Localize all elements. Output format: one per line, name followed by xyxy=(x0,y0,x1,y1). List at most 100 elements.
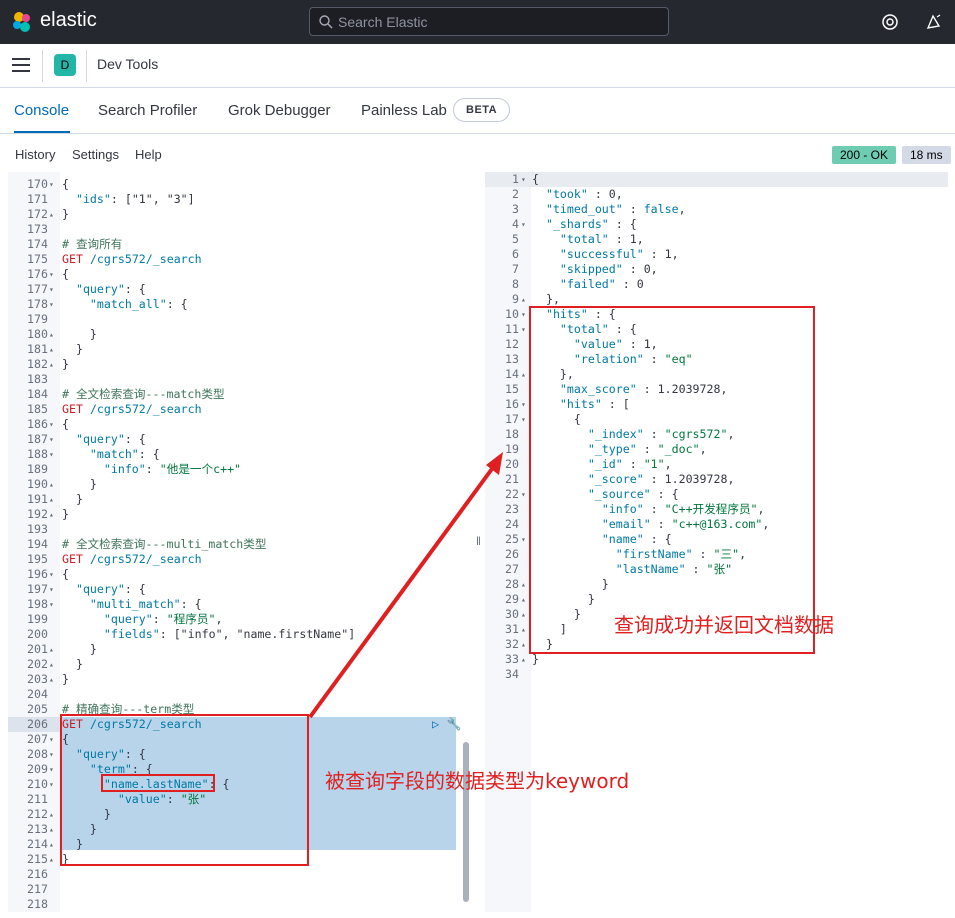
request-time-badge: 18 ms xyxy=(902,146,951,164)
fold-toggle-icon[interactable]: ▴ xyxy=(49,492,54,507)
fold-toggle-icon[interactable]: ▾ xyxy=(49,732,54,747)
line-number: 180 xyxy=(27,327,48,341)
fold-toggle-icon[interactable]: ▾ xyxy=(49,177,54,192)
code-text: } xyxy=(62,357,69,371)
line-number: 202 xyxy=(27,657,48,671)
fold-toggle-icon[interactable]: ▾ xyxy=(521,532,526,547)
fold-toggle-icon[interactable]: ▴ xyxy=(49,642,54,657)
line-number: 213 xyxy=(27,822,48,836)
fold-toggle-icon[interactable]: ▾ xyxy=(49,582,54,597)
line-number: 2 xyxy=(512,187,519,201)
line-number: 196 xyxy=(27,567,48,581)
space-avatar[interactable]: D xyxy=(54,54,76,76)
fold-toggle-icon[interactable]: ▴ xyxy=(521,367,526,382)
tab-painless-lab[interactable]: Painless Lab xyxy=(361,102,447,119)
fold-toggle-icon[interactable]: ▾ xyxy=(521,322,526,337)
line-number: 216 xyxy=(27,867,48,881)
fold-toggle-icon[interactable]: ▾ xyxy=(521,307,526,322)
fold-toggle-icon[interactable]: ▾ xyxy=(521,217,526,232)
fold-toggle-icon[interactable]: ▾ xyxy=(49,297,54,312)
code-text: } xyxy=(62,207,69,221)
fold-toggle-icon[interactable]: ▴ xyxy=(521,292,526,307)
annotation-response-box xyxy=(529,306,815,654)
line-number: 11 xyxy=(505,322,519,336)
annotation-response-note: 查询成功并返回文档数据 xyxy=(614,613,834,637)
global-search-input[interactable]: Search Elastic xyxy=(309,7,669,36)
fold-toggle-icon[interactable]: ▾ xyxy=(49,417,54,432)
fold-toggle-icon[interactable]: ▾ xyxy=(49,282,54,297)
line-number: 13 xyxy=(505,352,519,366)
fold-toggle-icon[interactable]: ▴ xyxy=(49,327,54,342)
code-text: # 全文检索查询---multi_match类型 xyxy=(62,537,267,551)
code-text: "query": { xyxy=(75,582,146,596)
fold-toggle-icon[interactable]: ▴ xyxy=(49,822,54,837)
fold-toggle-icon[interactable]: ▾ xyxy=(49,762,54,777)
hamburger-menu-icon[interactable] xyxy=(12,58,30,74)
tab-console[interactable]: Console xyxy=(14,102,69,119)
line-number: 173 xyxy=(27,222,48,236)
code-text: "_shards" : { xyxy=(545,217,637,231)
line-number: 193 xyxy=(27,522,48,536)
help-lifebuoy-icon[interactable] xyxy=(880,12,900,32)
fold-toggle-icon[interactable]: ▴ xyxy=(49,657,54,672)
line-number: 14 xyxy=(505,367,519,381)
newsfeed-icon[interactable] xyxy=(924,12,944,32)
code-text: }, xyxy=(532,292,560,306)
fold-toggle-icon[interactable]: ▾ xyxy=(49,597,54,612)
fold-toggle-icon[interactable]: ▴ xyxy=(49,207,54,222)
fold-toggle-icon[interactable]: ▾ xyxy=(49,777,54,792)
fold-toggle-icon[interactable]: ▾ xyxy=(521,487,526,502)
fold-toggle-icon[interactable]: ▴ xyxy=(521,622,526,637)
line-number: 190 xyxy=(27,477,48,491)
tab-grok-debugger[interactable]: Grok Debugger xyxy=(228,102,331,119)
help-link[interactable]: Help xyxy=(135,147,162,162)
fold-toggle-icon[interactable]: ▾ xyxy=(49,432,54,447)
fold-toggle-icon[interactable]: ▾ xyxy=(49,267,54,282)
fold-toggle-icon[interactable]: ▴ xyxy=(521,652,526,667)
fold-toggle-icon[interactable]: ▴ xyxy=(49,672,54,687)
fold-toggle-icon[interactable]: ▴ xyxy=(521,592,526,607)
fold-toggle-icon[interactable]: ▴ xyxy=(49,357,54,372)
fold-toggle-icon[interactable]: ▴ xyxy=(521,637,526,652)
line-number: 176 xyxy=(27,267,48,281)
breadcrumb-bar: D Dev Tools xyxy=(0,44,955,88)
history-link[interactable]: History xyxy=(15,147,55,162)
fold-toggle-icon[interactable]: ▴ xyxy=(49,507,54,522)
fold-toggle-icon[interactable]: ▾ xyxy=(521,397,526,412)
line-number: 9 xyxy=(512,292,519,306)
fold-toggle-icon[interactable]: ▾ xyxy=(49,567,54,582)
line-number: 207 xyxy=(27,732,48,746)
fold-toggle-icon[interactable]: ▾ xyxy=(521,172,526,187)
page-title[interactable]: Dev Tools xyxy=(97,56,158,72)
fold-toggle-icon[interactable]: ▾ xyxy=(49,447,54,462)
line-number: 211 xyxy=(27,792,48,806)
fold-toggle-icon[interactable]: ▴ xyxy=(521,607,526,622)
code-text: "successful" : 1, xyxy=(559,247,679,261)
divider xyxy=(86,50,87,82)
fold-toggle-icon[interactable]: ▴ xyxy=(49,342,54,357)
line-number: 191 xyxy=(27,492,48,506)
brand-name[interactable]: elastic xyxy=(40,9,97,32)
code-text: } xyxy=(62,642,97,656)
fold-toggle-icon[interactable]: ▾ xyxy=(521,412,526,427)
tab-search-profiler[interactable]: Search Profiler xyxy=(98,102,197,119)
fold-toggle-icon[interactable]: ▴ xyxy=(49,807,54,822)
line-number: 181 xyxy=(27,342,48,356)
code-text: "query": { xyxy=(75,282,146,296)
fold-toggle-icon[interactable]: ▴ xyxy=(49,477,54,492)
fold-toggle-icon[interactable]: ▴ xyxy=(49,837,54,852)
settings-link[interactable]: Settings xyxy=(72,147,119,162)
code-text: "query": "程序员", xyxy=(103,612,223,626)
code-text: { xyxy=(62,267,69,281)
line-number: 205 xyxy=(27,702,48,716)
line-number: 177 xyxy=(27,282,48,296)
fold-toggle-icon[interactable]: ▴ xyxy=(49,852,54,867)
line-number: 172 xyxy=(27,207,48,221)
fold-toggle-icon[interactable]: ▾ xyxy=(49,747,54,762)
fold-toggle-icon[interactable]: ▴ xyxy=(521,577,526,592)
line-number: 215 xyxy=(27,852,48,866)
elastic-logo-icon[interactable] xyxy=(10,10,34,34)
code-text: { xyxy=(532,172,539,186)
line-number: 200 xyxy=(27,627,48,641)
